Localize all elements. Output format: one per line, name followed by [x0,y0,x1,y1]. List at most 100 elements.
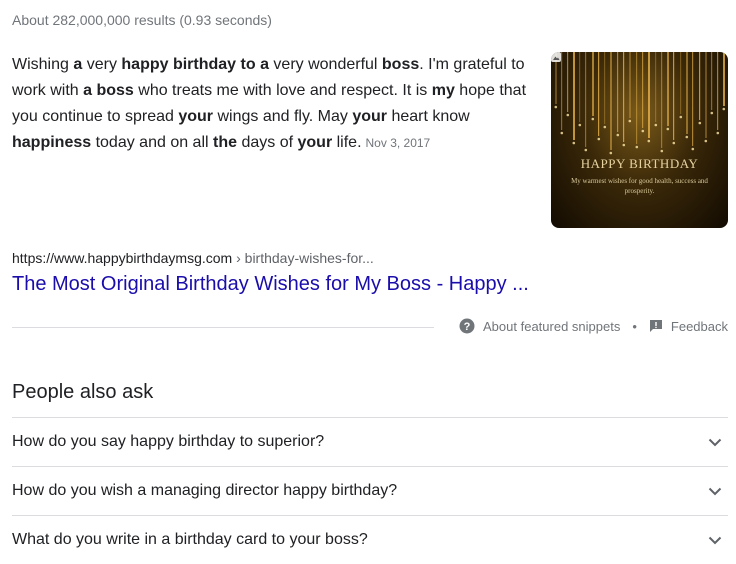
light-ray [680,52,682,114]
sparkle [641,129,645,133]
paa-question-2[interactable]: How do you wish a managing director happ… [12,466,728,515]
sparkle [716,131,720,135]
sparkle [566,113,570,117]
sparkle [591,117,595,121]
snippet-bold-text: your [178,108,214,125]
snippet-bold-text: happiness [12,134,92,151]
feedback-icon [649,320,662,332]
light-ray [579,52,581,122]
snippet-bold-text: your [352,108,387,125]
light-ray [604,52,606,124]
light-ray [567,52,569,112]
people-also-ask-list: How do you say happy birthday to superio… [12,417,728,564]
light-ray [655,52,657,122]
sparkle [654,123,658,127]
sparkle [616,133,620,137]
snippet-bold-text: the [213,134,238,151]
svg-text:?: ? [464,321,471,333]
sparkle [691,147,695,151]
sparkle [572,141,576,145]
light-ray [561,52,563,130]
result-url-path: › birthday-wishes-for... [232,250,374,266]
sparkle [722,107,726,111]
paa-question-1[interactable]: How do you say happy birthday to superio… [12,417,728,466]
sparkle [685,135,689,139]
sparkle [578,123,582,127]
light-ray [686,52,688,134]
results-stats: About 282,000,000 results (0.93 seconds) [12,12,272,28]
sparkle [672,141,676,145]
sparkle [603,125,607,129]
light-ray [667,52,669,126]
snippet-bold-text: your [297,134,333,151]
sparkle [597,137,601,141]
light-ray [711,52,713,110]
snippet-date: Nov 3, 2017 [365,136,431,150]
light-ray [648,52,650,138]
sparkle [704,139,708,143]
sparkle [666,127,670,131]
chevron-down-icon [708,487,722,495]
snippet-text: wings and fly. May [213,108,353,125]
thumbnail-subtitle: My warmest wishes for good health, succe… [571,177,708,195]
sparkle [628,119,632,123]
light-ray [610,52,612,150]
light-ray [598,52,600,136]
light-ray [629,52,631,118]
sparkle [710,111,714,115]
snippet-divider [12,327,434,328]
sparkle [554,105,558,109]
light-ray [723,52,725,106]
light-ray [573,52,575,140]
chevron-down-icon [708,536,722,544]
snippet-bold-text: boss [381,56,420,73]
sparkle [609,151,613,155]
snippet-bold-text: a boss [83,82,134,99]
about-featured-snippets-link[interactable]: ? About featured snippets [459,318,620,334]
light-ray [717,52,719,130]
snippet-thumbnail[interactable]: HAPPY BIRTHDAY My warmest wishes for goo… [551,52,728,228]
light-ray [585,52,587,147]
feedback-label: Feedback [670,318,728,334]
sparkle [584,148,588,152]
snippet-text: very wonderful [268,56,382,73]
people-also-ask-heading: People also ask [12,381,154,403]
light-ray [699,52,701,120]
snippet-text: who treats me with love and respect. It … [133,82,432,99]
featured-snippet-text: Wishing a very happy birthday to a very … [12,52,532,156]
snippet-bold-text: a [73,56,83,73]
light-ray [692,52,694,146]
snippet-text: life. [332,134,362,151]
snippet-text: today and on all [91,134,214,151]
light-ray [673,52,675,140]
paa-question-text: How do you wish a managing director happ… [12,482,398,499]
sparkle [560,131,564,135]
sparkle [647,139,651,143]
footer-separator: • [632,318,637,334]
light-ray [636,52,638,144]
paa-question-text: How do you say happy birthday to superio… [12,433,325,450]
snippet-text: Wishing [12,56,74,73]
snippet-footer: ? About featured snippets • Feedback [459,318,728,334]
snippet-bold-text: happy birthday to a [121,56,269,73]
sparkle [660,149,664,153]
snippet-text: heart know [387,108,470,125]
snippet-body: Wishing a very happy birthday to a very … [12,56,526,151]
snippet-bold-text: my [431,82,455,99]
thumbnail-corner-icon [551,52,561,62]
light-ray [623,52,625,142]
sparkle [622,143,626,147]
result-title-link[interactable]: The Most Original Birthday Wishes for My… [12,273,529,296]
feedback-link[interactable]: Feedback [649,319,728,334]
result-url: https://www.happybirthdaymsg.com › birth… [12,250,374,266]
gold-light-rays [554,52,726,155]
light-ray [592,52,594,116]
snippet-text: very [82,56,122,73]
light-ray [705,52,707,138]
sparkle [679,115,683,119]
paa-question-text: What do you write in a birthday card to … [12,531,368,548]
sparkle [698,121,702,125]
light-ray [661,52,663,148]
light-ray [617,52,619,132]
about-featured-snippets-label: About featured snippets [483,318,621,334]
